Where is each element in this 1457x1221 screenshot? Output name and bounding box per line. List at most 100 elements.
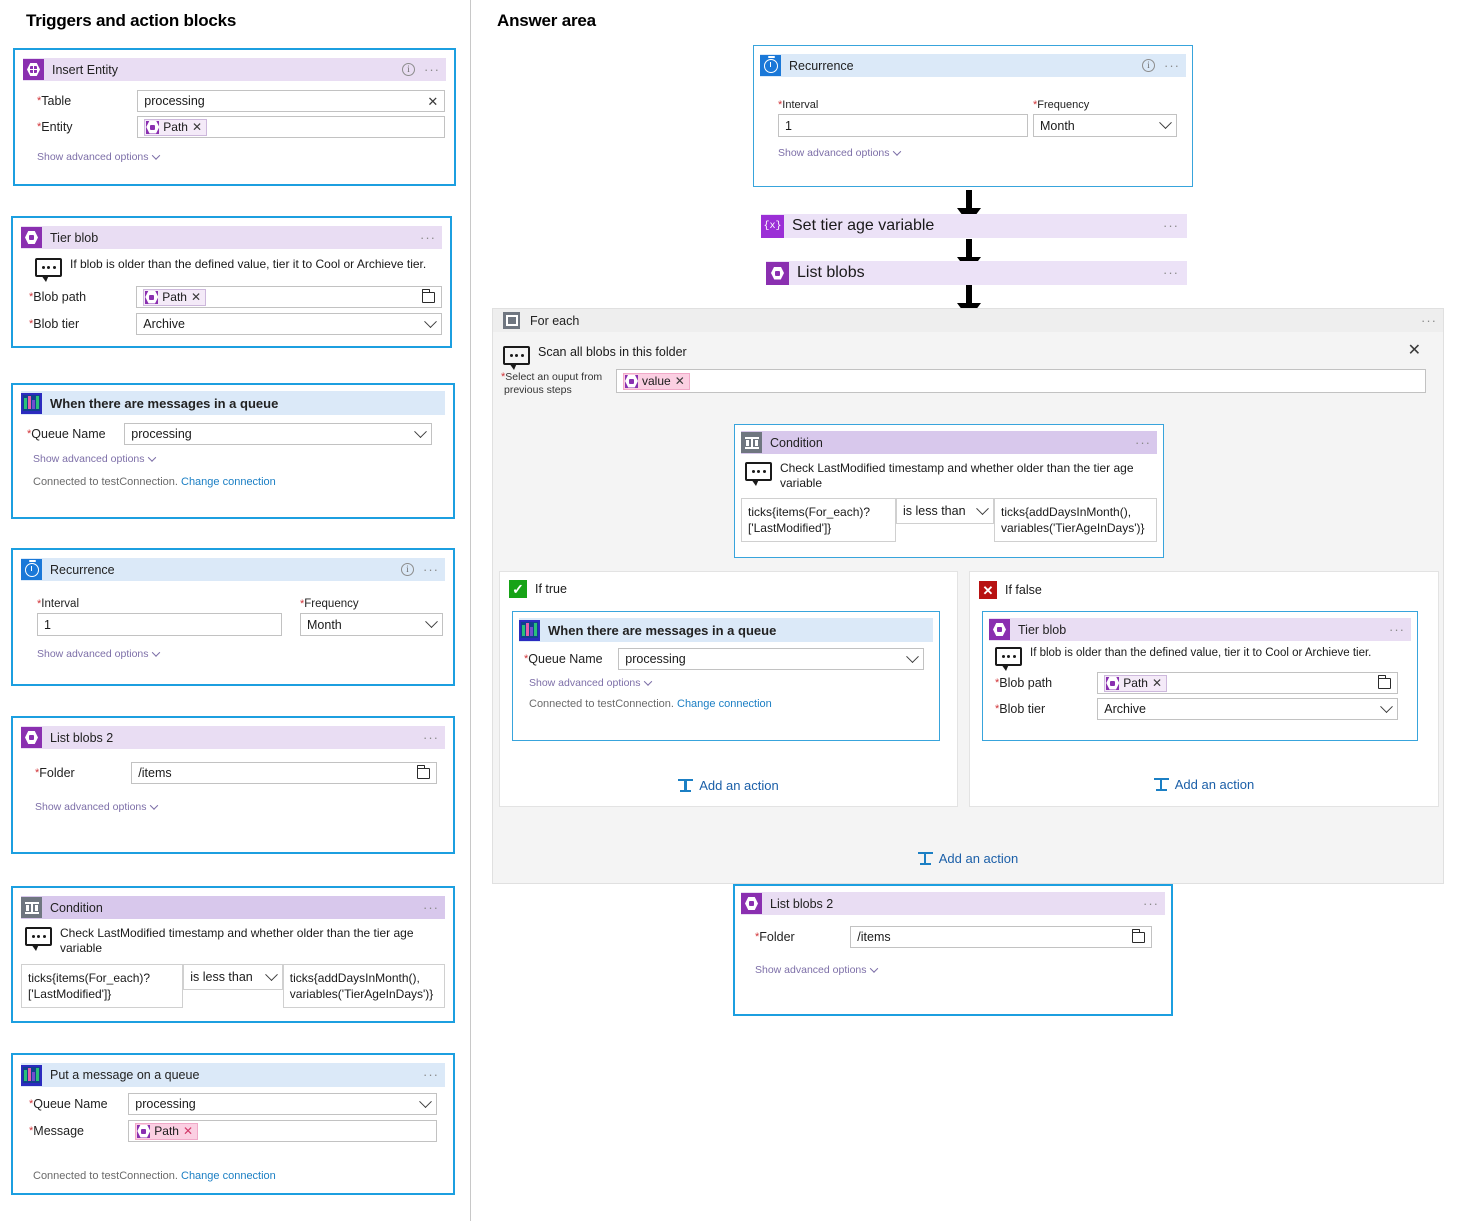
table-input[interactable]: processing ✕ <box>137 90 445 112</box>
more-options-icon[interactable]: ··· <box>424 66 440 74</box>
show-advanced-options-insert-entity[interactable]: Show advanced options <box>37 151 159 163</box>
show-advanced-options-queue[interactable]: Show advanced options <box>33 453 155 465</box>
remove-token-icon[interactable]: ✕ <box>1152 677 1162 689</box>
more-options-icon[interactable]: ··· <box>423 734 439 742</box>
chevron-down-icon[interactable] <box>976 502 989 515</box>
queue-name-select[interactable]: processing <box>618 648 924 670</box>
more-options-icon[interactable]: ··· <box>1163 222 1179 230</box>
add-an-action-foreach[interactable]: Add an action <box>493 851 1443 866</box>
put-message-header[interactable]: Put a message on a queue ··· <box>21 1063 445 1087</box>
block-put-message-on-queue[interactable]: Put a message on a queue ··· * Queue Nam… <box>11 1053 455 1195</box>
add-an-action-if-true[interactable]: Add an action <box>500 778 957 793</box>
remove-token-icon[interactable]: ✕ <box>675 375 685 387</box>
clear-icon[interactable]: ✕ <box>427 95 438 108</box>
chevron-down-icon[interactable] <box>1159 116 1172 129</box>
foreach-header[interactable]: For each ··· <box>493 309 1443 332</box>
chevron-down-icon[interactable] <box>424 315 437 328</box>
more-options-icon[interactable]: ··· <box>1421 317 1437 325</box>
interval-input[interactable]: 1 <box>37 613 282 636</box>
insert-entity-header[interactable]: Insert Entity i ··· <box>23 58 446 81</box>
answer-block-tier-blob[interactable]: Tier blob ··· If blob is older than the … <box>982 611 1418 741</box>
block-condition-left[interactable]: Condition ··· Check LastModified timesta… <box>11 886 455 1023</box>
folder-picker-icon[interactable] <box>417 768 430 779</box>
frequency-select[interactable]: Month <box>300 613 443 636</box>
answer-block-recurrence[interactable]: Recurrence i ··· *Interval 1 *Frequency … <box>753 45 1193 187</box>
more-options-icon[interactable]: ··· <box>1135 439 1151 447</box>
path-token[interactable]: Path ✕ <box>143 289 206 306</box>
folder-input[interactable]: /items <box>850 926 1152 948</box>
change-connection-link[interactable]: Change connection <box>181 476 276 488</box>
chevron-down-icon[interactable] <box>906 650 919 663</box>
tier-blob-header[interactable]: Tier blob ··· <box>21 226 442 249</box>
show-advanced-options-answer-list-blobs-2[interactable]: Show advanced options <box>755 964 877 976</box>
more-options-icon[interactable]: ··· <box>423 904 439 912</box>
show-advanced-options-recurrence[interactable]: Show advanced options <box>37 648 159 660</box>
path-token[interactable]: Path ✕ <box>1104 675 1167 692</box>
blob-tier-select[interactable]: Archive <box>1097 698 1398 720</box>
more-options-icon[interactable]: ··· <box>420 234 436 242</box>
more-options-icon[interactable]: ··· <box>1389 626 1405 634</box>
condition-right-expression[interactable]: ticks{addDaysInMonth(), variables('TierA… <box>283 964 445 1008</box>
message-input[interactable]: Path ✕ <box>128 1120 437 1142</box>
path-token[interactable]: Path ✕ <box>135 1123 198 1140</box>
when-messages-header[interactable]: When there are messages in a queue <box>21 391 445 415</box>
info-icon[interactable]: i <box>402 63 415 76</box>
remove-token-icon[interactable]: ✕ <box>183 1125 193 1137</box>
when-messages-header[interactable]: When there are messages in a queue <box>519 618 933 642</box>
condition-operator-select[interactable]: is less than <box>183 964 283 990</box>
answer-branch-if-true[interactable]: ✓ If true When there are messages in a q… <box>499 571 958 807</box>
chevron-down-icon[interactable] <box>1380 700 1393 713</box>
condition-left-expression[interactable]: ticks{items(For_each)?['LastModified']} <box>741 498 896 542</box>
queue-name-select[interactable]: processing <box>124 423 432 445</box>
add-an-action-if-false[interactable]: Add an action <box>970 777 1438 792</box>
blob-path-input[interactable]: Path ✕ <box>136 286 442 308</box>
show-advanced-options-answer-recurrence[interactable]: Show advanced options <box>778 147 900 159</box>
condition-left-expression[interactable]: ticks{items(For_each)?['LastModified']} <box>21 964 183 1008</box>
block-when-messages-in-queue[interactable]: When there are messages in a queue * Que… <box>11 383 455 519</box>
show-advanced-options-list-blobs-2[interactable]: Show advanced options <box>35 801 157 813</box>
remove-token-icon[interactable]: ✕ <box>191 291 201 303</box>
more-options-icon[interactable]: ··· <box>1163 269 1179 277</box>
show-advanced-options[interactable]: Show advanced options <box>529 677 651 689</box>
folder-picker-icon[interactable] <box>422 292 435 303</box>
close-icon[interactable]: ✕ <box>1408 343 1421 359</box>
answer-strip-list-blobs[interactable]: List blobs ··· <box>766 261 1187 285</box>
block-tier-blob[interactable]: Tier blob ··· If blob is older than the … <box>11 216 452 348</box>
change-connection-link[interactable]: Change connection <box>181 1170 276 1182</box>
more-options-icon[interactable]: ··· <box>423 566 439 574</box>
interval-input[interactable]: 1 <box>778 114 1028 137</box>
list-blobs-2-header[interactable]: List blobs 2 ··· <box>741 892 1165 915</box>
answer-block-condition[interactable]: Condition ··· Check LastModified timesta… <box>734 424 1164 558</box>
answer-block-list-blobs-2[interactable]: List blobs 2 ··· * Folder /items Show ad… <box>733 884 1173 1016</box>
chevron-down-icon[interactable] <box>265 968 278 981</box>
recurrence-header[interactable]: Recurrence i ··· <box>21 558 445 581</box>
more-options-icon[interactable]: ··· <box>1164 62 1180 70</box>
block-list-blobs-2-left[interactable]: List blobs 2 ··· * Folder /items Show ad… <box>11 716 455 854</box>
select-output-input[interactable]: value ✕ <box>616 369 1426 393</box>
condition-header[interactable]: Condition ··· <box>21 896 445 919</box>
chevron-down-icon[interactable] <box>425 615 438 628</box>
blob-tier-select[interactable]: Archive <box>136 313 442 335</box>
folder-picker-icon[interactable] <box>1378 678 1391 689</box>
chevron-down-icon[interactable] <box>414 425 427 438</box>
queue-name-select-put[interactable]: processing <box>128 1093 437 1115</box>
path-token[interactable]: Path ✕ <box>144 119 207 136</box>
folder-input[interactable]: /items <box>131 762 437 784</box>
tier-blob-header[interactable]: Tier blob ··· <box>989 618 1411 641</box>
answer-branch-if-false[interactable]: ✕ If false Tier blob ··· If blob is olde… <box>969 571 1439 807</box>
answer-foreach-container[interactable]: For each ··· Scan all blobs in this fold… <box>492 308 1444 884</box>
more-options-icon[interactable]: ··· <box>423 1071 439 1079</box>
frequency-select[interactable]: Month <box>1033 114 1177 137</box>
condition-operator-select[interactable]: is less than <box>896 498 994 524</box>
answer-block-when-messages-in-queue[interactable]: When there are messages in a queue * Que… <box>512 611 940 741</box>
value-token[interactable]: value ✕ <box>623 373 690 390</box>
entity-input[interactable]: Path ✕ <box>137 116 445 138</box>
blob-path-input[interactable]: Path ✕ <box>1097 672 1398 694</box>
block-recurrence-left[interactable]: Recurrence i ··· *Interval 1 *Frequency … <box>11 548 455 686</box>
more-options-icon[interactable]: ··· <box>1143 900 1159 908</box>
change-connection-link[interactable]: Change connection <box>677 698 772 710</box>
info-icon[interactable]: i <box>1142 59 1155 72</box>
remove-token-icon[interactable]: ✕ <box>192 121 202 133</box>
chevron-down-icon[interactable] <box>419 1095 432 1108</box>
condition-right-expression[interactable]: ticks{addDaysInMonth(), variables('TierA… <box>994 498 1157 542</box>
